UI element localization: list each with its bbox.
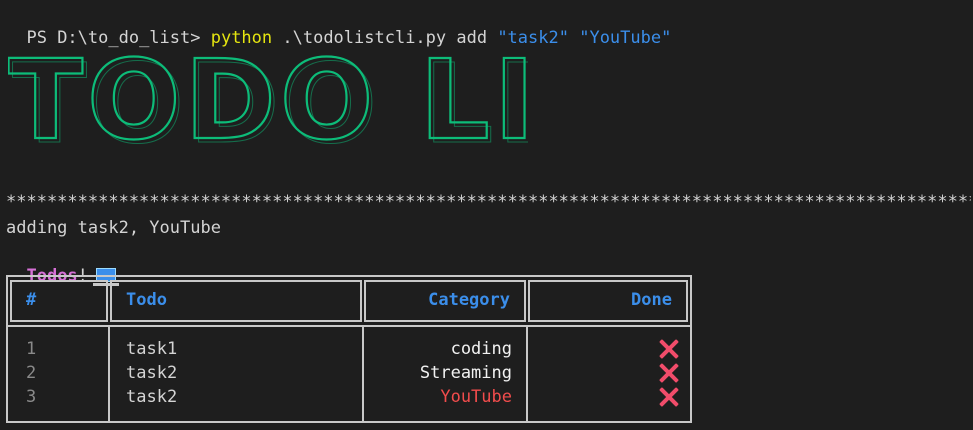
header-category: Category bbox=[364, 280, 526, 322]
row-done bbox=[528, 385, 678, 412]
row-number: 2 bbox=[26, 363, 37, 383]
header-done: Done bbox=[528, 280, 688, 322]
cross-icon bbox=[658, 363, 678, 383]
todo-table: # Todo Category Done 1 task1 coding 2 ta… bbox=[6, 275, 692, 423]
table-row: 3 task2 YouTube bbox=[8, 385, 690, 409]
todo-list-banner: TODO LIST TODO LIST bbox=[8, 35, 528, 158]
row-number: 3 bbox=[26, 387, 37, 407]
row-category: YouTube bbox=[440, 387, 512, 407]
row-done bbox=[528, 361, 678, 388]
row-number: 1 bbox=[26, 339, 37, 359]
asterisk-divider: ****************************************… bbox=[6, 192, 971, 212]
row-done bbox=[528, 337, 678, 364]
row-todo: task1 bbox=[126, 339, 178, 359]
header-todo: Todo bbox=[110, 280, 362, 322]
row-category: Streaming bbox=[419, 363, 512, 383]
table-row: 1 task1 coding bbox=[8, 337, 690, 361]
banner-text: TODO LIST bbox=[8, 36, 528, 158]
row-todo: task2 bbox=[126, 363, 178, 383]
cross-icon bbox=[658, 387, 678, 407]
adding-message: adding task2, YouTube bbox=[6, 218, 221, 238]
header-number: # bbox=[10, 280, 108, 322]
table-row: 2 task2 Streaming bbox=[8, 361, 690, 385]
row-todo: task2 bbox=[126, 387, 178, 407]
row-category: coding bbox=[450, 339, 512, 359]
command-arg-category: "YouTube" bbox=[579, 28, 672, 48]
cross-icon bbox=[658, 339, 678, 359]
table-header: # Todo Category Done bbox=[8, 277, 690, 327]
